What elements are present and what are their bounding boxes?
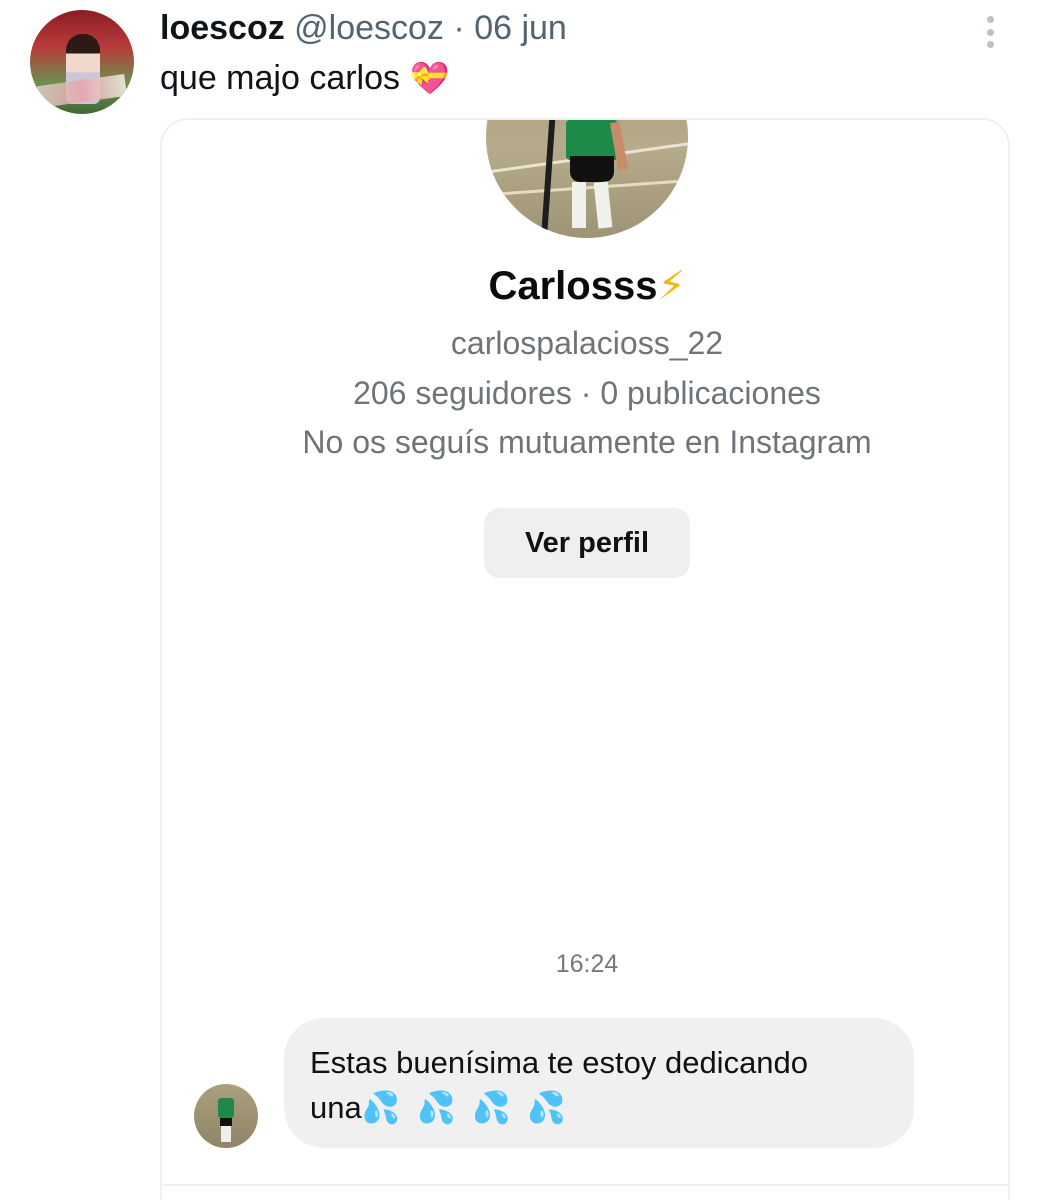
- player-leg: [572, 182, 586, 228]
- message-line-2-text: una: [310, 1090, 362, 1125]
- header-separator: ·: [453, 9, 465, 47]
- sweat-droplets-icon: 💦 💦 💦 💦: [361, 1090, 570, 1125]
- more-vertical-icon[interactable]: [976, 12, 1004, 52]
- instagram-username: carlospalacioss_22: [450, 325, 724, 361]
- more-dot: [986, 16, 994, 23]
- more-dot: [986, 41, 994, 48]
- tweet-date[interactable]: 06 jun: [474, 9, 567, 47]
- message-line-1: Estas buenísima te estoy dedicando: [310, 1045, 809, 1080]
- lightning-icon: ⚡: [657, 264, 686, 308]
- tweet-text: que majo carlos 💝: [160, 56, 449, 100]
- author-handle[interactable]: @loescoz: [294, 9, 444, 47]
- mutual-follow-status: No os seguís mutuamente en Instagram: [302, 424, 872, 460]
- sender-avatar[interactable]: [194, 1084, 258, 1148]
- profile-name-text: Carlosss: [488, 264, 658, 308]
- attached-image[interactable]: Carlosss⚡ carlospalacioss_22 206 seguido…: [160, 118, 1010, 1200]
- card-divider: [162, 1184, 1008, 1186]
- sender-legs: [221, 1126, 231, 1142]
- instagram-profile-name: Carlosss⚡: [162, 260, 1008, 312]
- instagram-profile-picture: [486, 120, 688, 238]
- author-name[interactable]: loescoz: [160, 9, 285, 47]
- hockey-stick: [541, 120, 557, 237]
- heart-gift-icon: 💝: [409, 60, 450, 96]
- player-leg: [593, 181, 613, 229]
- sender-shorts: [220, 1118, 232, 1126]
- sender-shirt: [218, 1098, 234, 1118]
- message-timestamp: 16:24: [555, 950, 619, 978]
- instagram-stats: 206 seguidores · 0 publicaciones: [353, 375, 821, 411]
- author-avatar[interactable]: [30, 10, 134, 114]
- view-profile-button[interactable]: Ver perfil: [484, 508, 690, 578]
- tweet-header: loescoz @loescoz · 06 jun: [160, 6, 567, 50]
- message-bubble[interactable]: Estas buenísima te estoy dedicando una💦 …: [284, 1018, 914, 1148]
- tweet: loescoz @loescoz · 06 jun que majo carlo…: [0, 0, 1041, 1200]
- tweet-text-body: que majo carlos: [160, 59, 401, 97]
- message-line-2: una💦 💦 💦 💦: [310, 1085, 888, 1130]
- more-dot: [986, 28, 994, 36]
- player-shorts: [570, 156, 614, 182]
